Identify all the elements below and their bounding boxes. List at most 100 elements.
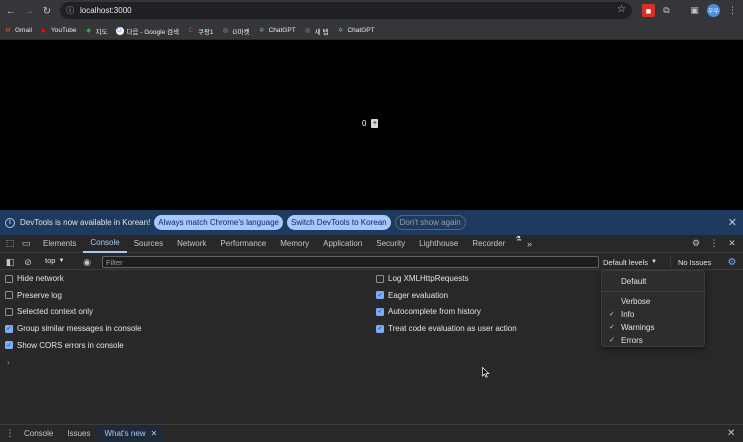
close-tab-icon[interactable]: ✕ [151,429,158,438]
extensions-puzzle-icon[interactable]: ⧉ [660,4,673,17]
checkbox[interactable]: ✓ [376,307,384,316]
settings-gear-icon[interactable]: ⚙ [690,238,702,250]
maps-icon: ◆ [86,28,91,34]
bookmark-item[interactable]: ◆ 지도 [85,26,107,36]
setting-hide-network[interactable]: Hide network [5,274,64,283]
devtools-tabs: ⬚ ▭ Elements Console Sources Network Perform… [0,235,743,253]
filter-input[interactable] [102,256,599,268]
setting-selected-context-only[interactable]: Selected context only [5,307,93,316]
site-info-icon[interactable]: ⓘ [66,5,74,16]
menu-kebab-icon[interactable]: ⋮ [726,4,739,17]
setting-autocomplete-from-history[interactable]: ✓ Autocomplete from history [376,307,481,316]
checkbox[interactable] [5,307,13,316]
checkbox[interactable]: ✓ [5,341,13,350]
setting-label: Treat code evaluation as user action [388,324,517,334]
profile-avatar[interactable]: 우우 [707,4,720,17]
close-devtools-icon[interactable]: ✕ [726,238,738,250]
flask-icon: ⚗ [515,235,522,243]
console-prompt[interactable]: › [7,358,10,367]
drawer-tab-issues[interactable]: Issues [60,425,97,442]
tab-network[interactable]: Network [170,235,213,253]
console-settings-gear-icon[interactable]: ⚙ [725,255,739,269]
bookmark-item[interactable]: ◎ 새 탭 [304,26,328,36]
mouse-cursor-icon [482,367,490,378]
tab-elements[interactable]: Elements [36,235,83,253]
back-icon[interactable]: ← [4,4,18,18]
level-warnings-option[interactable]: ✓ Warnings [602,321,706,333]
extension-red-icon[interactable]: ■ [642,4,655,17]
close-drawer-icon[interactable]: ✕ [727,428,735,439]
checkbox[interactable] [5,274,13,283]
bookmark-label: Gmail [15,27,32,34]
checkmark-icon: ✓ [609,337,615,344]
setting-label: Selected context only [17,307,94,317]
checkbox[interactable] [376,274,384,283]
tab-application[interactable]: Application [316,235,369,253]
setting-eager-evaluation[interactable]: ✓ Eager evaluation [376,291,448,300]
bookmark-label: YouTube [50,27,77,34]
sidebar-toggle-icon[interactable]: ◧ [4,256,16,268]
checkbox[interactable]: ✓ [376,291,384,300]
bookmark-item[interactable]: ▶ YouTube [40,27,77,35]
bookmark-item[interactable]: C 쿠팡1 [187,26,214,36]
tab-performance[interactable]: Performance [213,235,273,253]
always-match-language-button[interactable]: Always match Chrome's language [154,215,283,230]
tab-memory[interactable]: Memory [273,235,316,253]
bookmark-item[interactable]: G 다음 - Google 검색 [115,26,179,36]
level-default-option[interactable]: Default [602,275,706,287]
switch-to-korean-button[interactable]: Switch DevTools to Korean [287,215,391,230]
chevron-down-icon: ▼ [651,259,657,265]
checkbox[interactable]: ✓ [376,324,384,333]
inspect-element-icon[interactable]: ⬚ [4,238,16,250]
url-text: localhost:3000 [80,6,132,15]
device-toolbar-icon[interactable]: ▭ [20,238,32,250]
bookmark-item[interactable]: ✲ ChatGPT [258,27,296,35]
more-tabs-icon[interactable]: » [524,238,536,250]
console-toolbar: ◧ ⊘ top ▼ ◉ Default levels ▼ No Issues ⚙ [0,254,743,270]
log-levels-dropdown[interactable]: Default levels ▼ [603,256,657,268]
drawer-tab-console[interactable]: Console [17,425,60,442]
level-info-option[interactable]: ✓ Info [602,308,706,320]
setting-label: Eager evaluation [388,290,449,300]
counter-value: 0 [362,119,367,128]
context-selector[interactable]: top ▼ [45,256,64,265]
level-errors-option[interactable]: ✓ Errors [602,334,706,346]
drawer-menu-icon[interactable]: ⋮ [3,428,17,439]
bookmark-star-icon[interactable]: ☆ [617,4,626,15]
setting-treat-code-evaluation-as-user-action[interactable]: ✓ Treat code evaluation as user action [376,324,517,333]
setting-label: Log XMLHttpRequests [388,274,469,283]
setting-group-similar-messages-in-console[interactable]: ✓ Group similar messages in console [5,324,142,333]
clear-console-icon[interactable]: ⊘ [22,256,34,268]
bookmark-item[interactable]: M Gmail [4,27,32,35]
dont-show-again-button[interactable]: Don't show again [394,215,466,230]
tab-console[interactable]: Console [83,235,127,253]
forward-icon[interactable]: → [22,4,36,18]
close-icon[interactable]: ✕ [728,216,737,229]
menu-divider [602,291,706,292]
checkbox[interactable] [5,291,13,300]
setting-preserve-log[interactable]: Preserve log [5,291,62,300]
reload-icon[interactable]: ↻ [40,4,54,18]
tab-lighthouse[interactable]: Lighthouse [412,235,465,253]
tab-sources[interactable]: Sources [127,235,170,253]
setting-label: Show CORS errors in console [17,340,124,350]
setting-label: Autocomplete from history [388,307,481,317]
tab-recorder[interactable]: Recorder [465,235,512,253]
tab-security[interactable]: Security [369,235,412,253]
side-panel-icon[interactable]: ▣ [688,4,701,17]
bookmark-item[interactable]: ◎ G마켓 [222,26,250,36]
gmail-icon: M [5,27,11,34]
bookmark-item[interactable]: ✲ ChatGPT [336,27,375,35]
setting-show-cors-errors-in-console[interactable]: ✓ Show CORS errors in console [5,341,124,350]
setting-log-xmlhttprequests[interactable]: Log XMLHttpRequests [376,274,469,283]
increment-button[interactable]: + [371,119,379,128]
checkbox[interactable]: ✓ [5,324,13,333]
bookmark-label: 다음 - Google 검색 [126,28,179,36]
live-expression-eye-icon[interactable]: ◉ [81,256,93,268]
language-infobar: i DevTools is now available in Korean! A… [0,210,743,235]
level-verbose-option[interactable]: Verbose [602,295,706,307]
devtools-menu-icon[interactable]: ⋮ [708,238,720,250]
issues-counter[interactable]: No Issues [670,256,711,268]
drawer-tab-what-s-new[interactable]: What's new ✕ [97,424,165,442]
address-bar[interactable]: ⓘ localhost:3000 ☆ [60,2,632,19]
